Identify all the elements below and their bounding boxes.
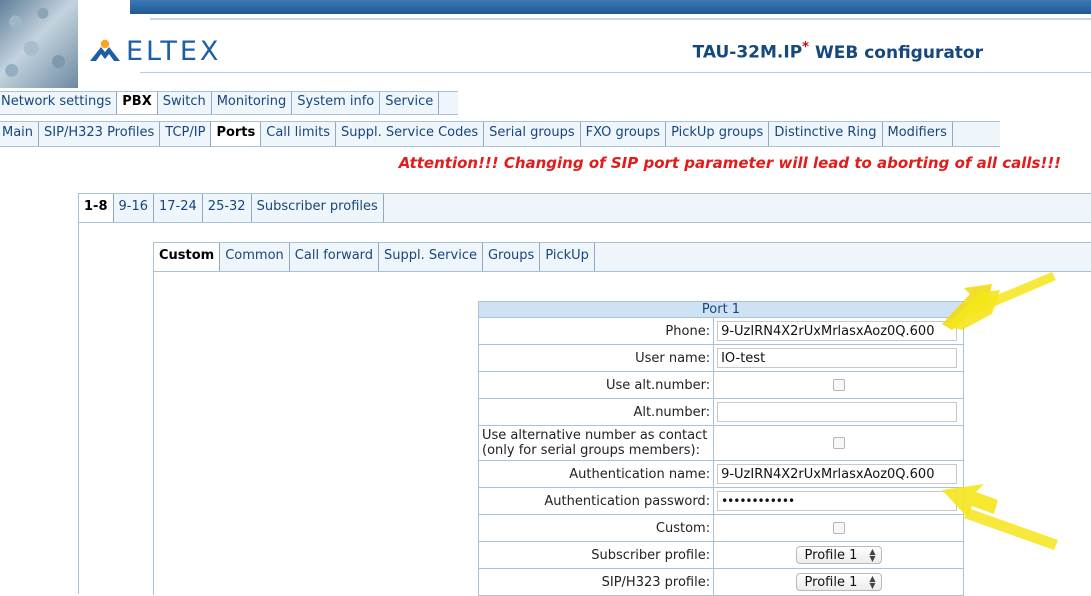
sip-profile-select[interactable]: Profile 1 ▲ ▼ bbox=[795, 573, 882, 591]
row-use-alt-number: Use alt.number: bbox=[477, 371, 964, 399]
tab-subscriber-profiles[interactable]: Subscriber profiles bbox=[252, 194, 384, 222]
use-alt-as-contact-checkbox[interactable] bbox=[832, 437, 845, 449]
use-alt-number-checkbox[interactable] bbox=[832, 379, 845, 391]
tab-ports-9-16[interactable]: 9-16 bbox=[114, 194, 155, 222]
header-photo bbox=[0, 0, 78, 88]
app-title-rest: WEB configurator bbox=[814, 42, 983, 63]
row-subscriber-profile: Subscriber profile: Profile 1 ▲ ▼ bbox=[477, 541, 964, 569]
header: ELTEX TAU-32M.IP* WEB configurator bbox=[0, 0, 1091, 88]
auth-password-input[interactable] bbox=[717, 491, 958, 511]
form-title: Port 1 bbox=[478, 301, 964, 318]
custom-checkbox[interactable] bbox=[832, 522, 845, 534]
select-arrows-icon: ▲ ▼ bbox=[869, 547, 876, 563]
logo-text: ELTEX bbox=[126, 35, 222, 67]
use-alt-as-contact-label-line1: Use alternative number as contact bbox=[482, 428, 708, 443]
subnav-main[interactable]: Main bbox=[0, 122, 40, 146]
tab-call-forward[interactable]: Call forward bbox=[290, 243, 380, 271]
use-alt-as-contact-label-line2: (only for serial groups members): bbox=[482, 443, 700, 458]
nav-switch[interactable]: Switch bbox=[158, 92, 212, 114]
subnav-suppl-service-codes[interactable]: Suppl. Service Codes bbox=[336, 122, 485, 146]
annotation-arrow-icon bbox=[942, 484, 1058, 550]
sip-profile-label: SIP/H323 profile: bbox=[477, 568, 715, 596]
row-custom: Custom: bbox=[477, 514, 964, 542]
subnav-distinctive-ring[interactable]: Distinctive Ring bbox=[769, 122, 883, 146]
sip-profile-value: Profile 1 bbox=[804, 574, 858, 590]
tab-ports-25-32[interactable]: 25-32 bbox=[203, 194, 252, 222]
port-range-tabs: 1-8 9-16 17-24 25-32 Subscriber profiles bbox=[79, 194, 1091, 223]
select-arrows-icon: ▲ ▼ bbox=[869, 574, 876, 590]
nav-network-settings[interactable]: Network settings bbox=[0, 92, 118, 114]
eltex-logo: ELTEX bbox=[88, 35, 222, 67]
use-alt-number-label: Use alt.number: bbox=[477, 371, 715, 399]
app-title-model: TAU-32M.IP bbox=[692, 42, 803, 63]
user-name-input[interactable] bbox=[717, 348, 958, 368]
attention-warning: Attention!!! Changing of SIP port parame… bbox=[398, 154, 1061, 172]
nav-service[interactable]: Service bbox=[380, 92, 440, 114]
auth-name-label: Authentication name: bbox=[477, 460, 715, 488]
user-name-label: User name: bbox=[477, 344, 715, 372]
nav-system-info[interactable]: System info bbox=[292, 92, 381, 114]
subnav-fxo-groups[interactable]: FXO groups bbox=[581, 122, 667, 146]
subnav-tcp-ip[interactable]: TCP/IP bbox=[160, 122, 212, 146]
header-top-bar bbox=[130, 0, 1091, 14]
subnav-modifiers[interactable]: Modifiers bbox=[883, 122, 953, 146]
tab-pickup[interactable]: PickUp bbox=[540, 243, 595, 271]
annotation-arrow-icon bbox=[942, 272, 1056, 330]
tab-custom[interactable]: Custom bbox=[154, 243, 221, 271]
port-settings-form: Port 1 Phone: User name: Use alt.number:… bbox=[477, 301, 964, 596]
main-nav: Network settings PBX Switch Monitoring S… bbox=[0, 91, 458, 115]
row-alt-number: Alt.number: bbox=[477, 398, 964, 426]
tab-groups[interactable]: Groups bbox=[483, 243, 541, 271]
subnav-serial-groups[interactable]: Serial groups bbox=[484, 122, 581, 146]
header-rule bbox=[140, 72, 1091, 73]
tab-ports-17-24[interactable]: 17-24 bbox=[154, 194, 203, 222]
subnav-call-limits[interactable]: Call limits bbox=[261, 122, 337, 146]
alt-number-label: Alt.number: bbox=[477, 398, 715, 426]
row-auth-password: Authentication password: bbox=[477, 487, 964, 515]
eltex-logo-icon bbox=[90, 39, 120, 61]
form-header-row: Port 1 bbox=[478, 301, 964, 318]
nav-monitoring[interactable]: Monitoring bbox=[212, 92, 293, 114]
subnav-sip-h323-profiles[interactable]: SIP/H323 Profiles bbox=[39, 122, 161, 146]
row-auth-name: Authentication name: bbox=[477, 460, 964, 488]
tab-common[interactable]: Common bbox=[220, 243, 290, 271]
app-title-mark: * bbox=[802, 40, 809, 55]
alt-number-input[interactable] bbox=[717, 402, 958, 422]
pbx-sub-nav: Main SIP/H323 Profiles TCP/IP Ports Call… bbox=[0, 121, 1000, 147]
auth-name-input[interactable] bbox=[717, 464, 958, 484]
subnav-ports[interactable]: Ports bbox=[211, 122, 262, 146]
subscriber-profile-label: Subscriber profile: bbox=[477, 541, 715, 569]
row-use-alt-as-contact: Use alternative number as contact (only … bbox=[477, 425, 964, 461]
subscriber-profile-select[interactable]: Profile 1 ▲ ▼ bbox=[795, 546, 882, 564]
subnav-pickup-groups[interactable]: PickUp groups bbox=[666, 122, 770, 146]
row-phone: Phone: bbox=[477, 317, 964, 345]
tab-suppl-service[interactable]: Suppl. Service bbox=[379, 243, 483, 271]
phone-input[interactable] bbox=[717, 321, 958, 341]
row-sip-profile: SIP/H323 profile: Profile 1 ▲ ▼ bbox=[477, 568, 964, 596]
app-title: TAU-32M.IP* WEB configurator bbox=[693, 40, 983, 63]
subscriber-profile-value: Profile 1 bbox=[804, 547, 858, 563]
nav-pbx[interactable]: PBX bbox=[117, 92, 158, 114]
header-top-line bbox=[150, 18, 1091, 20]
use-alt-as-contact-label: Use alternative number as contact (only … bbox=[477, 425, 715, 461]
row-user-name: User name: bbox=[477, 344, 964, 372]
auth-password-label: Authentication password: bbox=[477, 487, 715, 515]
custom-label: Custom: bbox=[477, 514, 715, 542]
phone-label: Phone: bbox=[477, 317, 715, 345]
tab-ports-1-8[interactable]: 1-8 bbox=[79, 194, 114, 222]
